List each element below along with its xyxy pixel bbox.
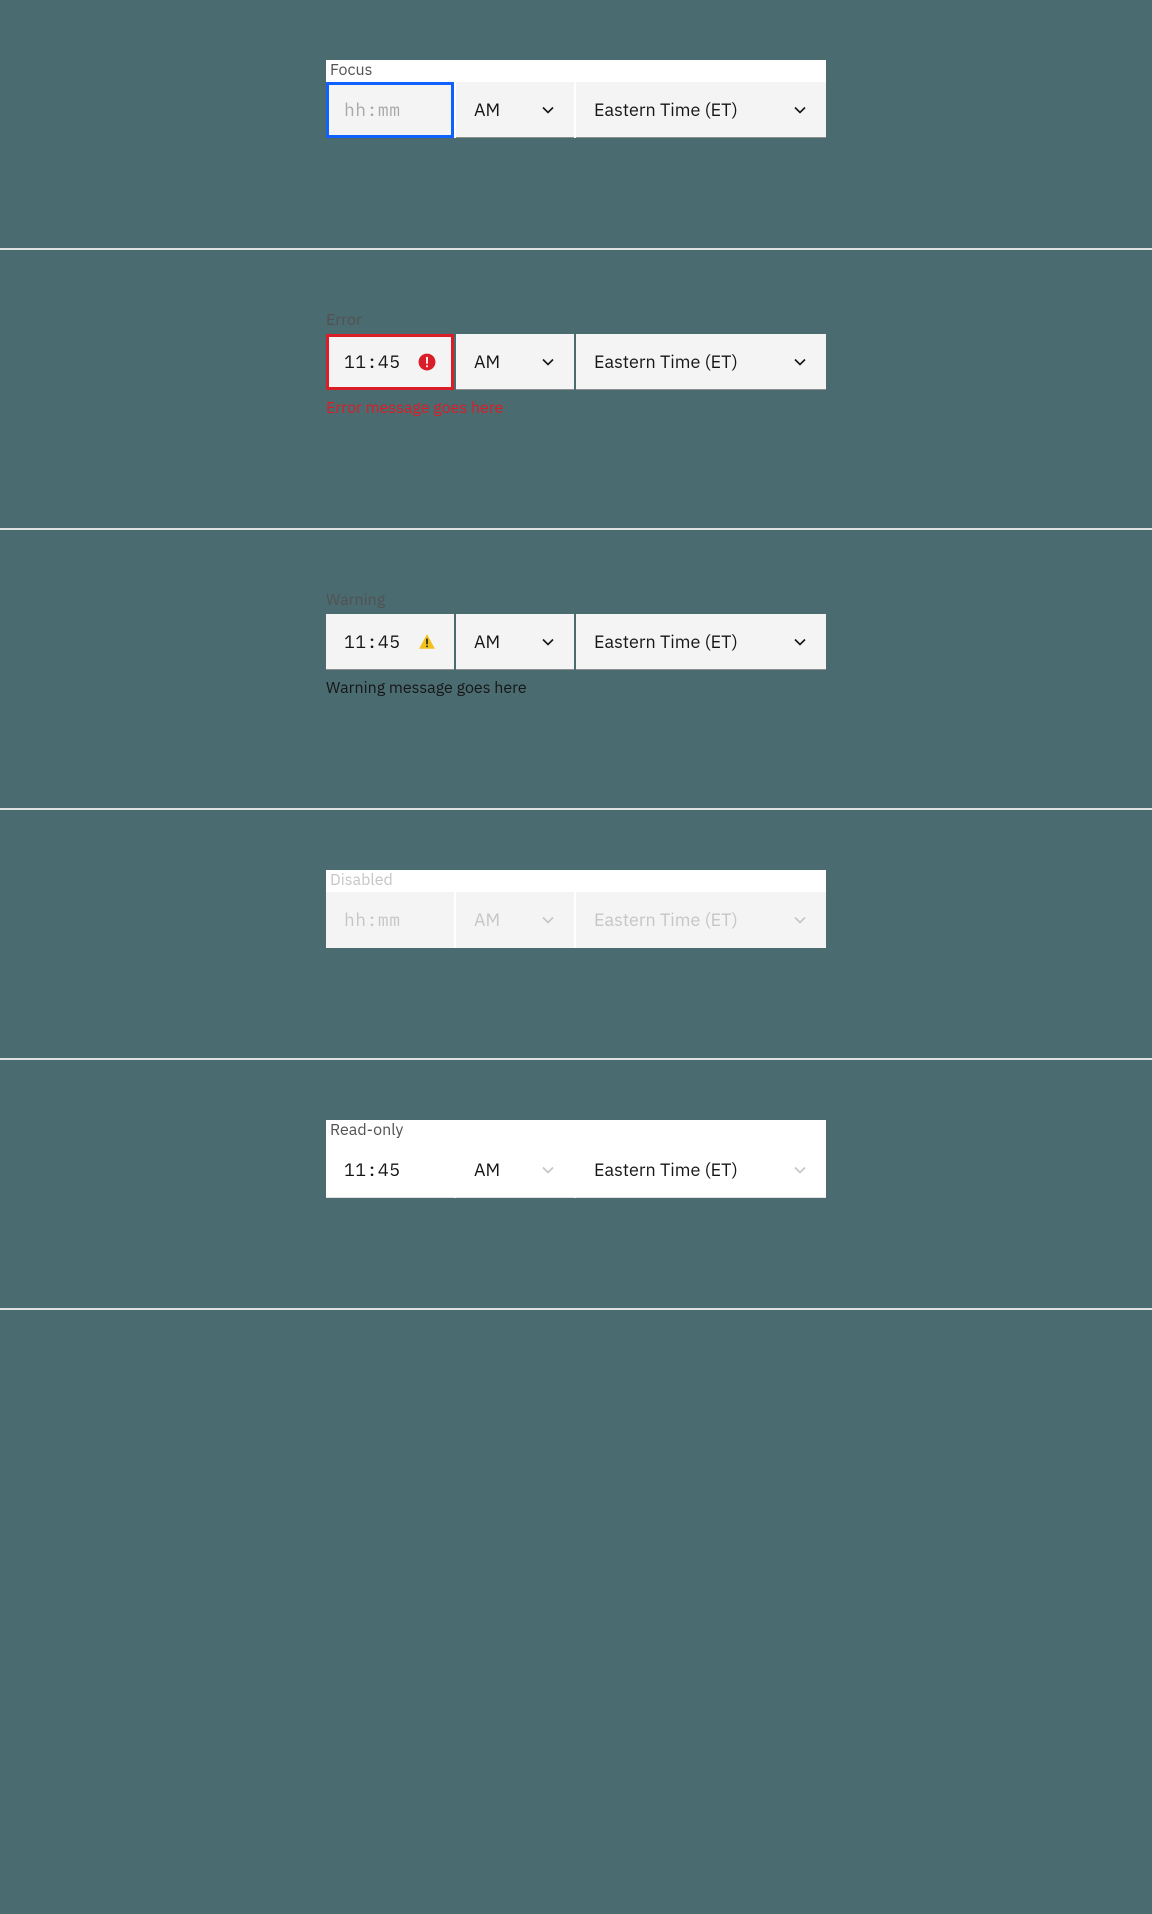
time-value: 11:45 (344, 630, 401, 653)
chevron-down-icon (540, 1162, 556, 1178)
timezone-value: Eastern Time (ET) (594, 630, 738, 653)
chevron-down-icon (792, 1162, 808, 1178)
error-message: Error message goes here (326, 390, 826, 418)
ampm-select[interactable]: AM (456, 82, 574, 138)
ampm-select[interactable]: AM (456, 334, 574, 390)
timezone-select[interactable]: Eastern Time (ET) (576, 82, 826, 138)
ampm-value: AM (474, 350, 500, 373)
section-warning: Warning 11:45 AM Eastern Time (ET) (0, 530, 1152, 810)
section-error: Error 11:45 AM Eastern Time (ET) (0, 250, 1152, 530)
field-row: 11:45 AM Eastern Time (ET) (326, 334, 826, 390)
warning-filled-icon (418, 633, 436, 651)
section-focus: Focus hh:mm AM Eastern Time (ET) (0, 0, 1152, 250)
timezone-select: Eastern Time (ET) (576, 892, 826, 948)
section-readonly: Read-only 11:45 AM Eastern Time (ET) (0, 1060, 1152, 1310)
field-row: hh:mm AM Eastern Time (ET) (326, 82, 826, 138)
time-picker-error: Error 11:45 AM Eastern Time (ET) (326, 310, 826, 418)
ampm-select[interactable]: AM (456, 614, 574, 670)
ampm-select: AM (456, 1142, 574, 1198)
warning-message: Warning message goes here (326, 670, 826, 698)
time-value: 11:45 (344, 350, 401, 373)
timezone-value: Eastern Time (ET) (594, 1158, 738, 1181)
chevron-down-icon (792, 354, 808, 370)
timezone-value: Eastern Time (ET) (594, 350, 738, 373)
field-label: Read-only (326, 1120, 826, 1142)
chevron-down-icon (540, 912, 556, 928)
chevron-down-icon (540, 634, 556, 650)
chevron-down-icon (792, 912, 808, 928)
field-label: Focus (326, 60, 826, 82)
time-picker-warning: Warning 11:45 AM Eastern Time (ET) (326, 590, 826, 698)
field-label: Error (326, 310, 826, 334)
ampm-value: AM (474, 98, 500, 121)
time-input: 11:45 (326, 1142, 454, 1198)
section-disabled: Disabled hh:mm AM Eastern Time (ET) (0, 810, 1152, 1060)
time-input[interactable]: 11:45 (326, 334, 454, 390)
time-picker-disabled: Disabled hh:mm AM Eastern Time (ET) (326, 870, 826, 948)
time-picker-readonly: Read-only 11:45 AM Eastern Time (ET) (326, 1120, 826, 1198)
timezone-select: Eastern Time (ET) (576, 1142, 826, 1198)
timezone-value: Eastern Time (ET) (594, 908, 738, 931)
time-input[interactable]: 11:45 (326, 614, 454, 670)
ampm-select: AM (456, 892, 574, 948)
timezone-select[interactable]: Eastern Time (ET) (576, 334, 826, 390)
ampm-value: AM (474, 1158, 500, 1181)
time-picker-focus: Focus hh:mm AM Eastern Time (ET) (326, 60, 826, 138)
time-placeholder: hh:mm (344, 908, 401, 931)
error-filled-icon (418, 353, 436, 371)
timezone-value: Eastern Time (ET) (594, 98, 738, 121)
field-row: hh:mm AM Eastern Time (ET) (326, 892, 826, 948)
chevron-down-icon (540, 102, 556, 118)
timezone-select[interactable]: Eastern Time (ET) (576, 614, 826, 670)
time-input: hh:mm (326, 892, 454, 948)
time-input[interactable]: hh:mm (326, 82, 454, 138)
chevron-down-icon (540, 354, 556, 370)
field-row: 11:45 AM Eastern Time (ET) (326, 614, 826, 670)
field-row: 11:45 AM Eastern Time (ET) (326, 1142, 826, 1198)
field-label: Warning (326, 590, 826, 614)
ampm-value: AM (474, 908, 500, 931)
time-value: 11:45 (344, 1158, 401, 1181)
field-label: Disabled (326, 870, 826, 892)
time-placeholder: hh:mm (344, 98, 401, 121)
ampm-value: AM (474, 630, 500, 653)
chevron-down-icon (792, 102, 808, 118)
chevron-down-icon (792, 634, 808, 650)
